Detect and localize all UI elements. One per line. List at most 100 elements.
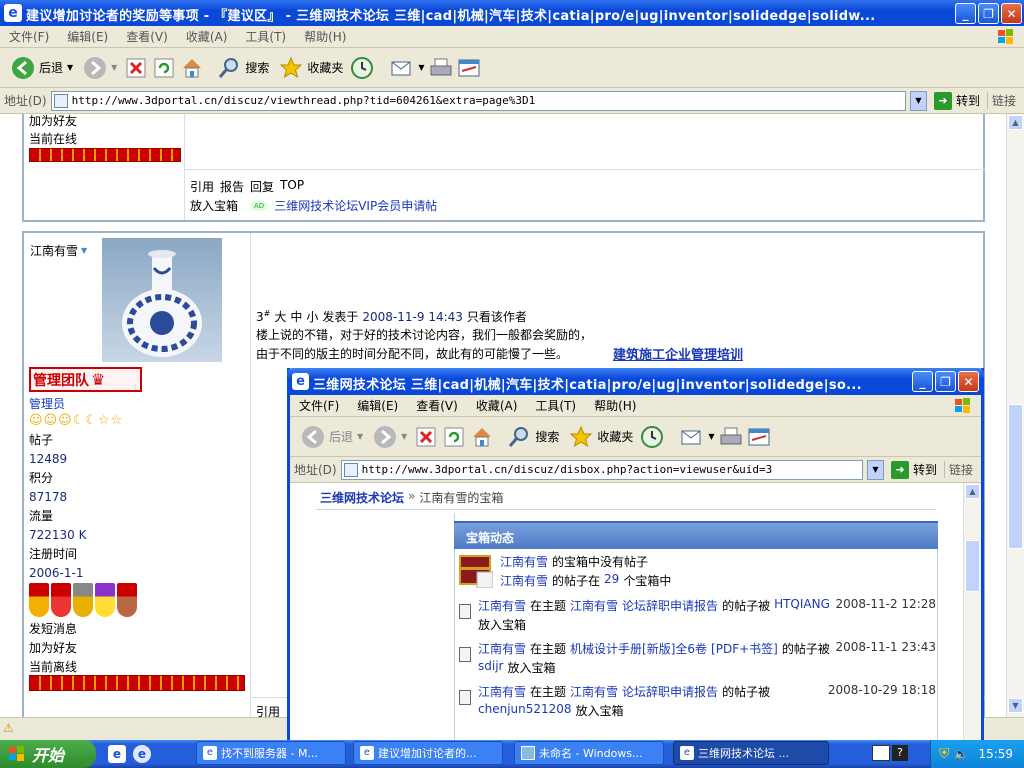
popup-menu-help[interactable]: 帮助(H) [585, 397, 645, 414]
popup-search-button[interactable]: 搜索 [504, 425, 562, 449]
minimize-button[interactable]: _ [955, 3, 976, 24]
back-dropdown-icon[interactable]: ▼ [67, 63, 73, 72]
popup-close-button[interactable]: ✕ [958, 371, 979, 392]
medal-icon [95, 583, 115, 617]
popup-favorites-button[interactable]: 收藏夹 [566, 425, 636, 449]
mail-icon[interactable] [390, 56, 414, 80]
font-small-link[interactable]: 小 [306, 308, 318, 325]
print-icon[interactable] [429, 56, 453, 80]
font-large-link[interactable]: 大 [274, 308, 286, 325]
team-badge: 管理团队 ♛ [29, 367, 142, 392]
mail-dropdown-icon[interactable]: ▼ [418, 63, 424, 72]
forward-dropdown-icon[interactable]: ▼ [401, 432, 407, 441]
search-button[interactable]: 搜索 [214, 56, 272, 80]
popup-menu-file[interactable]: 文件(F) [290, 397, 348, 414]
put-in-box-link[interactable]: 放入宝箱 [190, 197, 238, 214]
history-icon[interactable] [640, 425, 664, 449]
mail-icon[interactable] [680, 425, 704, 449]
home-icon[interactable] [470, 425, 494, 449]
menu-favorites[interactable]: 收藏(A) [177, 28, 237, 45]
popup-forward-button[interactable]: ▼ [370, 425, 410, 449]
popup-scroll-up-button[interactable]: ▲ [965, 484, 980, 499]
breadcrumb-site-link[interactable]: 三维网技术论坛 [320, 489, 404, 506]
stop-icon[interactable] [124, 56, 148, 80]
edit-icon[interactable] [457, 56, 481, 80]
menu-file[interactable]: 文件(F) [0, 28, 58, 45]
popup-scroll-thumb[interactable] [965, 540, 980, 592]
popup-go-button[interactable]: ➜ 转到 [888, 460, 940, 479]
popup-titlebar[interactable]: e 三维网技术论坛 三维|cad|机械|汽车|技术|catia|pro/e|ug… [287, 368, 984, 395]
go-button[interactable]: ➜ 转到 [931, 91, 983, 110]
popup-address-label: 地址(D) [294, 463, 337, 477]
post2-add-friend[interactable]: 加为好友 [29, 639, 77, 656]
speaker-icon[interactable]: 🔈 [954, 747, 969, 761]
font-medium-link[interactable]: 中 [290, 308, 302, 325]
address-input[interactable]: http://www.3dportal.cn/discuz/viewthread… [50, 90, 906, 111]
popup-menu-edit[interactable]: 编辑(E) [348, 397, 407, 414]
popup-menu-favorites[interactable]: 收藏(A) [467, 397, 527, 414]
home-icon[interactable] [180, 56, 204, 80]
task-paint[interactable]: 未命名 - Windows... [514, 741, 664, 765]
refresh-icon[interactable] [152, 56, 176, 80]
popup-menu-tools[interactable]: 工具(T) [526, 397, 585, 414]
user-avatar [102, 238, 222, 362]
post-date: 2008-11-9 14:43 [362, 310, 463, 324]
back-dropdown-icon[interactable]: ▼ [357, 432, 363, 441]
post1-add-friend[interactable]: 加为好友 [29, 114, 77, 129]
reply-link[interactable]: 回复 [250, 178, 274, 195]
mail-dropdown-icon[interactable]: ▼ [708, 432, 714, 441]
stop-icon[interactable] [414, 425, 438, 449]
refresh-icon[interactable] [442, 425, 466, 449]
send-message-link[interactable]: 发短消息 [29, 620, 77, 637]
address-dropdown-button[interactable]: ▼ [909, 90, 927, 111]
scroll-down-button[interactable]: ▼ [1008, 698, 1023, 713]
popup-menu-view[interactable]: 查看(V) [407, 397, 467, 414]
popup-back-button[interactable]: 后退 ▼ [298, 425, 366, 449]
main-titlebar[interactable]: e 建议增加讨论者的奖励等事项 - 『建议区』 - 三维网技术论坛 三维|cad… [0, 0, 1024, 26]
history-icon[interactable] [350, 56, 374, 80]
popup-links-label[interactable]: 链接 [943, 461, 977, 478]
close-button[interactable]: ✕ [1001, 3, 1022, 24]
shield-icon[interactable]: ⛨ [939, 746, 950, 762]
vip-apply-link[interactable]: 三维网技术论坛VIP会员申请帖 [274, 197, 437, 214]
popup-window-title: 三维网技术论坛 三维|cad|机械|汽车|技术|catia|pro/e|ug|i… [313, 378, 862, 393]
popup-address-dropdown-button[interactable]: ▼ [866, 459, 884, 480]
clock[interactable]: 15:59 [978, 747, 1013, 761]
quicklaunch-ie-icon[interactable]: e [108, 745, 126, 763]
maximize-button[interactable]: ❐ [978, 3, 999, 24]
popup-minimize-button[interactable]: _ [912, 371, 933, 392]
ad-link[interactable]: 建筑施工企业管理培训 [613, 344, 743, 363]
post2-quote-link[interactable]: 引用 [256, 703, 280, 717]
popup-maximize-button[interactable]: ❐ [935, 371, 956, 392]
favorites-button[interactable]: 收藏夹 [276, 56, 346, 80]
report-link[interactable]: 报告 [220, 178, 244, 195]
scroll-thumb[interactable] [1008, 404, 1023, 549]
forward-dropdown-icon[interactable]: ▼ [111, 63, 117, 72]
print-icon[interactable] [719, 425, 743, 449]
forward-button[interactable]: ▼ [80, 56, 120, 80]
username-menu[interactable]: 江南有雪 ▼ [30, 242, 87, 259]
task-forum-active[interactable]: e 三维网技术论坛 ... [673, 741, 829, 765]
lang-bar[interactable]: ? [872, 745, 912, 763]
menu-tools[interactable]: 工具(T) [236, 28, 295, 45]
task-server-not-found[interactable]: e 找不到服务器 - M... [196, 741, 346, 765]
only-author-link[interactable]: 只看该作者 [467, 308, 527, 325]
menu-edit[interactable]: 编辑(E) [58, 28, 117, 45]
back-button[interactable]: 后退 ▼ [8, 56, 76, 80]
popup-scrollbar[interactable]: ▲ [963, 483, 981, 740]
menu-view[interactable]: 查看(V) [117, 28, 177, 45]
medals [29, 583, 137, 617]
task-thread[interactable]: e 建议增加讨论者的... [353, 741, 503, 765]
edit-icon[interactable] [747, 425, 771, 449]
scroll-up-button[interactable]: ▲ [1008, 115, 1023, 130]
popup-window: e 三维网技术论坛 三维|cad|机械|汽车|技术|catia|pro/e|ug… [287, 368, 984, 740]
quicklaunch-browser-icon[interactable]: e [133, 745, 151, 763]
top-link[interactable]: TOP [280, 178, 304, 195]
windows-flag-icon [996, 27, 1016, 47]
start-button[interactable]: 开始 [0, 740, 96, 768]
quote-link[interactable]: 引用 [190, 178, 214, 195]
links-label[interactable]: 链接 [986, 92, 1020, 109]
popup-address-input[interactable]: http://www.3dportal.cn/discuz/disbox.php… [340, 459, 863, 480]
menu-help[interactable]: 帮助(H) [295, 28, 355, 45]
main-scrollbar[interactable]: ▲ ▼ [1006, 114, 1024, 717]
